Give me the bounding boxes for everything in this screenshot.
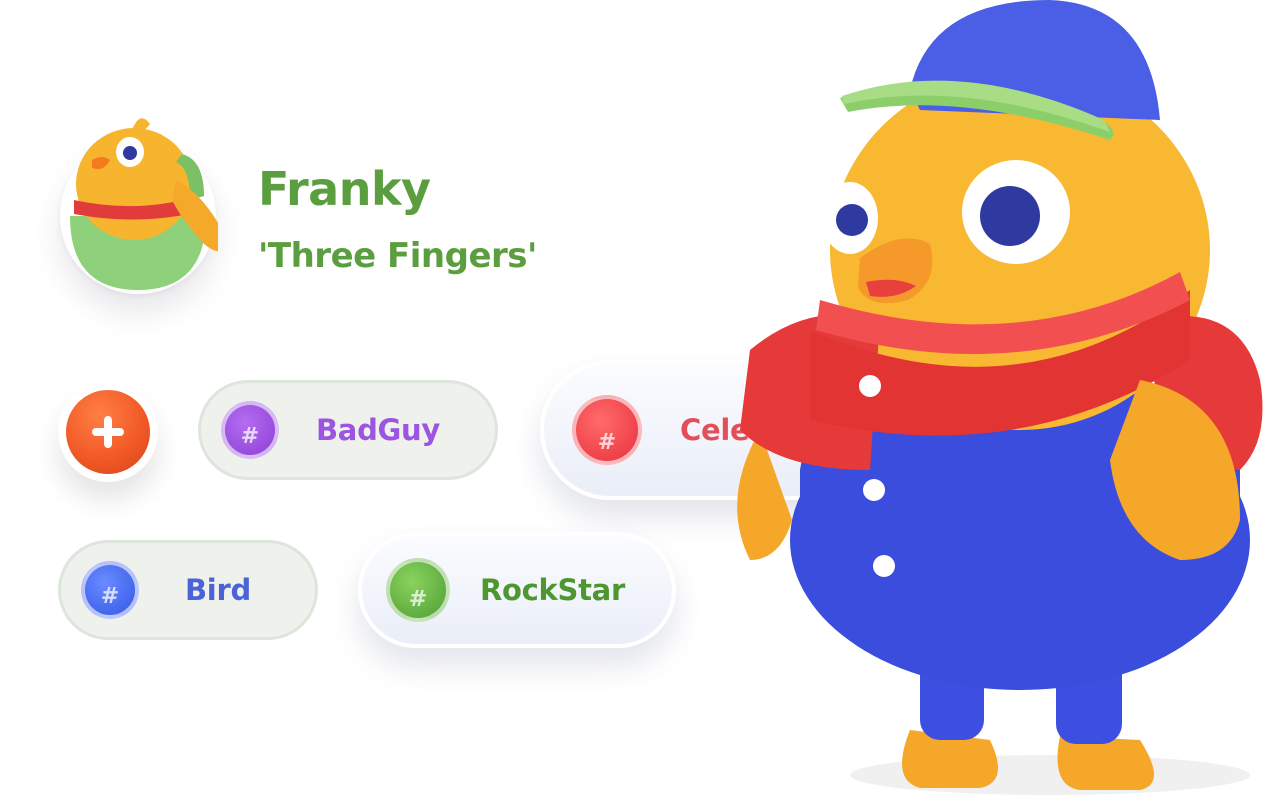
hash-badge-icon: # xyxy=(81,561,139,619)
profile-name: Franky xyxy=(258,162,431,216)
add-tag-button[interactable] xyxy=(58,382,158,482)
avatar[interactable] xyxy=(58,104,218,300)
hash-badge-icon: # xyxy=(572,395,642,465)
profile-nickname: 'Three Fingers' xyxy=(258,236,537,276)
plus-icon xyxy=(92,416,124,448)
tag-rockstar[interactable]: # RockStar xyxy=(358,532,676,648)
hash-symbol: # xyxy=(100,584,120,609)
tag-badguy[interactable]: # BadGuy xyxy=(198,380,498,480)
hash-badge-icon: # xyxy=(221,401,279,459)
hash-badge-icon: # xyxy=(386,558,450,622)
hash-symbol: # xyxy=(240,424,260,449)
tag-label: BadGuy xyxy=(316,413,440,447)
tag-label: RockStar xyxy=(480,573,625,607)
hash-symbol: # xyxy=(597,430,617,455)
tag-label: Bird xyxy=(185,573,251,607)
chick-avatar-icon xyxy=(70,118,218,290)
hash-symbol: # xyxy=(408,587,428,612)
tag-bird[interactable]: # Bird xyxy=(58,540,318,640)
chick-mascot-illustration xyxy=(737,0,1263,795)
